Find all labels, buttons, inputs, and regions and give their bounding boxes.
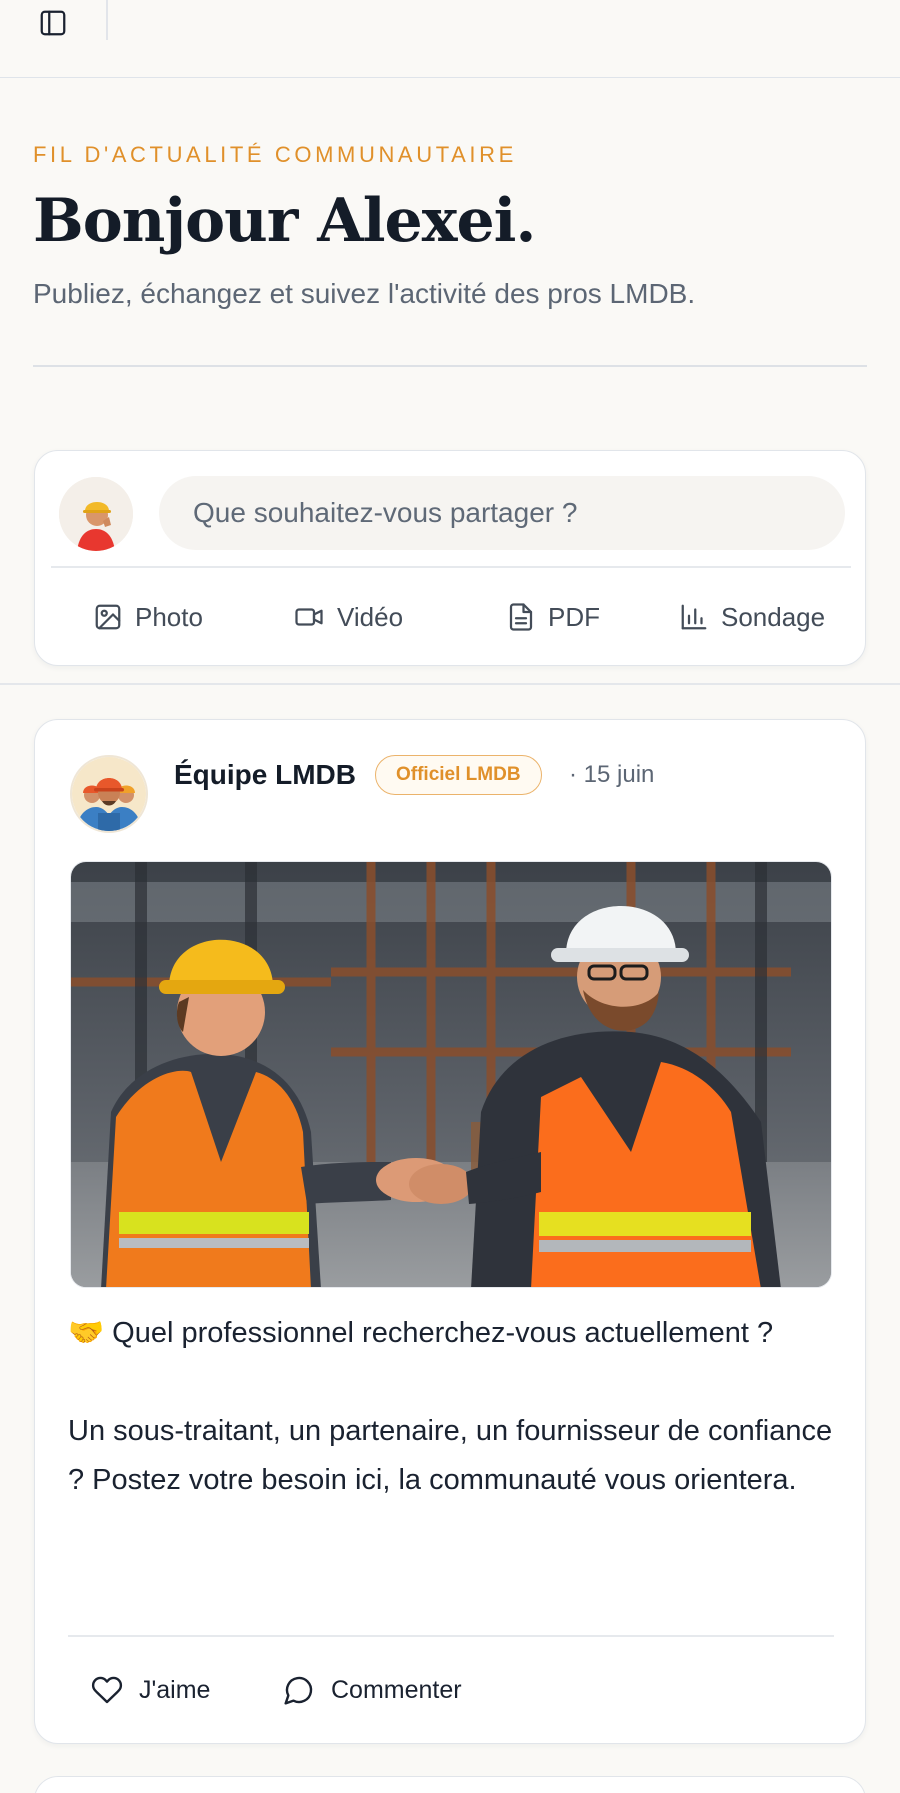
post-date: · 15 juin bbox=[569, 761, 655, 788]
feed-post: Équipe LMDB Officiel LMDB · 15 juin 🤝 Qu… bbox=[34, 719, 866, 1744]
page-eyebrow: FIL D'ACTUALITÉ COMMUNAUTAIRE bbox=[33, 142, 517, 167]
post-actions-divider bbox=[68, 1635, 834, 1637]
post-composer: Photo Vidéo PDF Sondage bbox=[34, 450, 866, 666]
next-feed-post bbox=[34, 1776, 866, 1793]
composer-divider bbox=[51, 566, 851, 568]
composer-input[interactable] bbox=[159, 476, 845, 550]
video-camera-icon bbox=[295, 608, 323, 626]
comment-bubble-icon bbox=[284, 1676, 313, 1705]
author-avatar[interactable] bbox=[70, 755, 148, 833]
composer-video-label: Vidéo bbox=[337, 601, 404, 632]
composer-pdf-button[interactable]: PDF bbox=[506, 597, 600, 637]
like-button[interactable]: J'aime bbox=[91, 1670, 210, 1710]
hero-divider bbox=[33, 365, 867, 367]
sidebar-toggle-button[interactable] bbox=[36, 6, 70, 40]
post-body: 🤝 Quel professionnel recherchez-vous act… bbox=[68, 1309, 838, 1505]
post-author-name[interactable]: Équipe LMDB bbox=[174, 755, 356, 795]
comment-button[interactable]: Commenter bbox=[283, 1670, 462, 1710]
page-title: Bonjour Alexei. bbox=[33, 186, 536, 256]
topbar-divider bbox=[106, 0, 108, 40]
post-image[interactable] bbox=[70, 861, 832, 1288]
composer-photo-label: Photo bbox=[135, 601, 203, 632]
composer-photo-button[interactable]: Photo bbox=[93, 597, 203, 637]
composer-poll-button[interactable]: Sondage bbox=[679, 597, 825, 637]
like-label: J'aime bbox=[139, 1675, 211, 1704]
post-text-question: 🤝 Quel professionnel recherchez-vous act… bbox=[68, 1317, 774, 1349]
composer-video-button[interactable]: Vidéo bbox=[293, 597, 403, 637]
bar-chart-icon bbox=[681, 604, 707, 630]
user-avatar[interactable] bbox=[59, 477, 133, 551]
sidebar-panel-icon bbox=[40, 10, 66, 36]
feed-divider bbox=[0, 683, 900, 685]
official-badge: Officiel LMDB bbox=[375, 755, 542, 795]
composer-pdf-label: PDF bbox=[548, 601, 600, 632]
composer-poll-label: Sondage bbox=[721, 601, 826, 632]
comment-label: Commenter bbox=[331, 1675, 462, 1704]
image-icon bbox=[95, 604, 121, 630]
top-bar bbox=[0, 0, 900, 78]
document-icon bbox=[509, 603, 533, 631]
post-text-detail: Un sous-traitant, un partenaire, un four… bbox=[68, 1415, 833, 1496]
page-subtitle: Publiez, échangez et suivez l'activité d… bbox=[33, 278, 696, 309]
heart-icon bbox=[91, 1676, 123, 1704]
